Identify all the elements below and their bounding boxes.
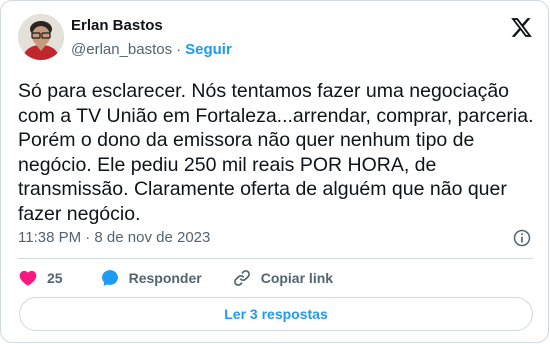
handle-line: @erlan_bastos · Seguir — [71, 41, 232, 58]
tweet-timestamp[interactable]: 11:38 PM · 8 de nov de 2023 — [18, 229, 210, 246]
action-bar: 25 Responder Copiar link — [18, 267, 333, 289]
tweet-line: Porém o dono da emissora não quer nenhum… — [18, 129, 475, 151]
x-logo-icon[interactable] — [510, 16, 533, 39]
tweet-line: com a TV União em Fortaleza...arrendar, … — [18, 104, 534, 127]
tweet-card: Erlan Bastos @erlan_bastos · Seguir Só par… — [0, 0, 549, 343]
tweet-line: transmissão. Claramente oferta de alguém… — [18, 178, 507, 200]
speech-bubble-icon — [101, 270, 118, 286]
copy-link-button[interactable]: Copiar link — [232, 268, 333, 288]
heart-icon — [19, 270, 37, 286]
follow-button[interactable]: Seguir — [185, 41, 232, 58]
like-button[interactable]: 25 — [18, 268, 63, 288]
read-replies-button[interactable]: Ler 3 respostas — [19, 297, 533, 331]
tweet-line: negócio. Ele pediu 250 mil reais POR HOR… — [18, 153, 437, 176]
divider — [18, 258, 533, 259]
link-icon — [233, 270, 250, 286]
copy-link-label: Copiar link — [260, 270, 334, 286]
tweet-line: Só para esclarecer. Nós tentamos fazer u… — [18, 80, 510, 102]
reply-button[interactable]: Responder — [100, 268, 202, 288]
author-name[interactable]: Erlan Bastos — [71, 17, 163, 34]
reply-label: Responder — [128, 270, 202, 286]
author-handle[interactable]: @erlan_bastos — [71, 41, 172, 58]
avatar[interactable] — [18, 14, 64, 60]
tweet-text: Só para esclarecer. Nós tentamos fazer u… — [18, 79, 538, 226]
separator-dot: · — [176, 41, 182, 58]
avatar-image — [18, 14, 64, 60]
tweet-line: fazer negócio. — [18, 202, 141, 225]
info-icon[interactable] — [512, 228, 532, 248]
like-count: 25 — [47, 270, 63, 286]
